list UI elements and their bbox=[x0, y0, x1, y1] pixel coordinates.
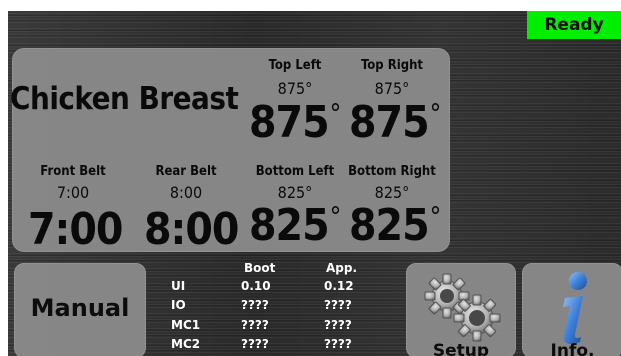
version-row-name: MC2 bbox=[171, 337, 201, 351]
version-row-name: MC1 bbox=[171, 318, 201, 332]
zone-top-right-temp: 875° bbox=[349, 97, 442, 148]
status-badge: Ready bbox=[527, 11, 621, 39]
zone-top-left-temp-value: 875 bbox=[249, 97, 330, 148]
info-icon bbox=[563, 272, 587, 344]
version-row-app: 0.12 bbox=[324, 279, 354, 293]
degree-symbol: ° bbox=[329, 202, 342, 232]
recipe-title: Chicken Breast bbox=[10, 81, 239, 117]
version-row-app: ???? bbox=[324, 298, 352, 312]
degree-symbol: ° bbox=[429, 202, 442, 232]
version-row-boot: ???? bbox=[241, 318, 269, 332]
info-button-label: Info. bbox=[550, 341, 595, 356]
rear-belt-setpoint: 8:00 bbox=[169, 183, 203, 202]
version-header-app: App. bbox=[326, 261, 358, 275]
version-row-name: IO bbox=[171, 298, 186, 312]
zone-bottom-right-label: Bottom Right bbox=[348, 164, 436, 179]
gears-icon bbox=[424, 273, 501, 342]
oven-screen: Ready Chicken Breast Top Left 875° 875° … bbox=[8, 11, 621, 356]
manual-button[interactable]: Manual bbox=[14, 263, 146, 356]
zone-top-left-label: Top Left bbox=[268, 58, 322, 73]
zone-bottom-left-label: Bottom Left bbox=[255, 164, 335, 179]
version-row-app: ???? bbox=[324, 318, 352, 332]
zone-bottom-right-temp: 825° bbox=[349, 200, 442, 251]
rear-belt-time: 8:00 bbox=[144, 204, 239, 255]
manual-button-label: Manual bbox=[30, 294, 130, 322]
version-row-app: ???? bbox=[324, 337, 352, 351]
version-row-boot: ???? bbox=[241, 337, 269, 351]
setup-button-label: Setup bbox=[432, 341, 490, 356]
version-header-boot: Boot bbox=[244, 261, 276, 275]
zone-top-left-setpoint: 875° bbox=[277, 79, 313, 98]
version-row-name: UI bbox=[171, 279, 186, 293]
zone-bottom-left-temp: 825° bbox=[249, 200, 342, 251]
zone-bottom-right-temp-value: 825 bbox=[349, 200, 430, 251]
degree-symbol: ° bbox=[329, 99, 342, 129]
rear-belt-label: Rear Belt bbox=[155, 164, 217, 179]
front-belt-time: 7:00 bbox=[28, 204, 123, 255]
version-row-boot: 0.10 bbox=[241, 279, 271, 293]
zone-top-right-label: Top Right bbox=[360, 58, 424, 73]
zone-top-right-setpoint: 875° bbox=[374, 79, 410, 98]
front-belt-label: Front Belt bbox=[40, 164, 106, 179]
zone-bottom-left-temp-value: 825 bbox=[249, 200, 330, 251]
zone-top-left-temp: 875° bbox=[249, 97, 342, 148]
degree-symbol: ° bbox=[429, 99, 442, 129]
zone-top-right-temp-value: 875 bbox=[349, 97, 430, 148]
version-row-boot: ???? bbox=[241, 298, 269, 312]
info-button[interactable]: Info. bbox=[522, 263, 621, 356]
front-belt-setpoint: 7:00 bbox=[56, 183, 90, 202]
setup-button[interactable]: Setup bbox=[406, 263, 516, 356]
